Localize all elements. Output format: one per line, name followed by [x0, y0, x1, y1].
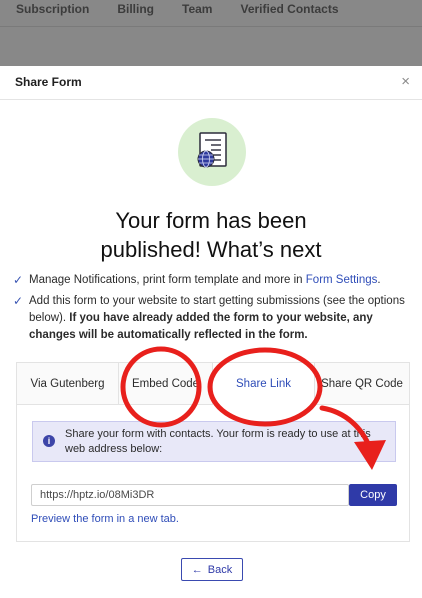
headline-line-2: published! What’s next	[100, 237, 322, 262]
preview-form-link[interactable]: Preview the form in a new tab.	[31, 513, 179, 525]
bg-tab-verified-contacts[interactable]: Verified Contacts	[240, 2, 338, 16]
background-divider	[0, 26, 422, 27]
modal-header: Share Form ×	[0, 66, 422, 100]
share-url-field[interactable]	[31, 484, 349, 506]
checklist-item-2-bold: If you have already added the form to yo…	[29, 312, 373, 341]
info-icon: i	[43, 435, 55, 447]
bg-tab-team[interactable]: Team	[182, 2, 212, 16]
arrow-left-icon: ←	[191, 563, 203, 576]
checklist-item-embed: ✓ Add this form to your website to start…	[13, 293, 413, 344]
share-tabs: Via Gutenberg Embed Code Share Link Shar…	[17, 363, 409, 405]
published-headline: Your form has been published! What’s nex…	[0, 206, 422, 264]
share-info-text: Share your form with contacts. Your form…	[65, 428, 371, 455]
checklist-item-1-end: .	[377, 274, 381, 286]
share-info-notice: i Share your form with contacts. Your fo…	[32, 421, 396, 462]
share-form-modal: Share Form × Your form has been publishe…	[0, 66, 422, 598]
back-button-label: Back	[207, 563, 233, 576]
bg-tab-billing[interactable]: Billing	[117, 2, 154, 16]
checkmark-icon: ✓	[13, 294, 24, 308]
next-steps-checklist: ✓ Manage Notifications, print form templ…	[13, 272, 413, 348]
copy-button[interactable]: Copy	[349, 484, 397, 506]
background-page-nav: Subscription Billing Team Verified Conta…	[0, 0, 422, 66]
bg-tab-subscription[interactable]: Subscription	[16, 2, 89, 16]
tab-share-qr-code[interactable]: Share QR Code	[315, 363, 409, 405]
share-options-panel: Via Gutenberg Embed Code Share Link Shar…	[16, 362, 410, 542]
form-settings-link[interactable]: Form Settings	[306, 274, 378, 286]
tab-via-gutenberg[interactable]: Via Gutenberg	[17, 363, 119, 405]
checkmark-icon: ✓	[13, 273, 24, 287]
checklist-item-1-text: Manage Notifications, print form templat…	[29, 274, 306, 286]
modal-title: Share Form	[15, 75, 82, 89]
form-document-globe-icon	[178, 118, 246, 186]
tab-embed-code[interactable]: Embed Code	[119, 363, 213, 405]
headline-line-1: Your form has been	[115, 208, 307, 233]
checklist-item-settings: ✓ Manage Notifications, print form templ…	[13, 272, 413, 289]
back-button[interactable]: ← Back	[181, 558, 243, 581]
background-tabs: Subscription Billing Team Verified Conta…	[16, 2, 367, 16]
tab-share-link[interactable]: Share Link	[213, 363, 315, 405]
close-icon[interactable]: ×	[401, 73, 410, 90]
